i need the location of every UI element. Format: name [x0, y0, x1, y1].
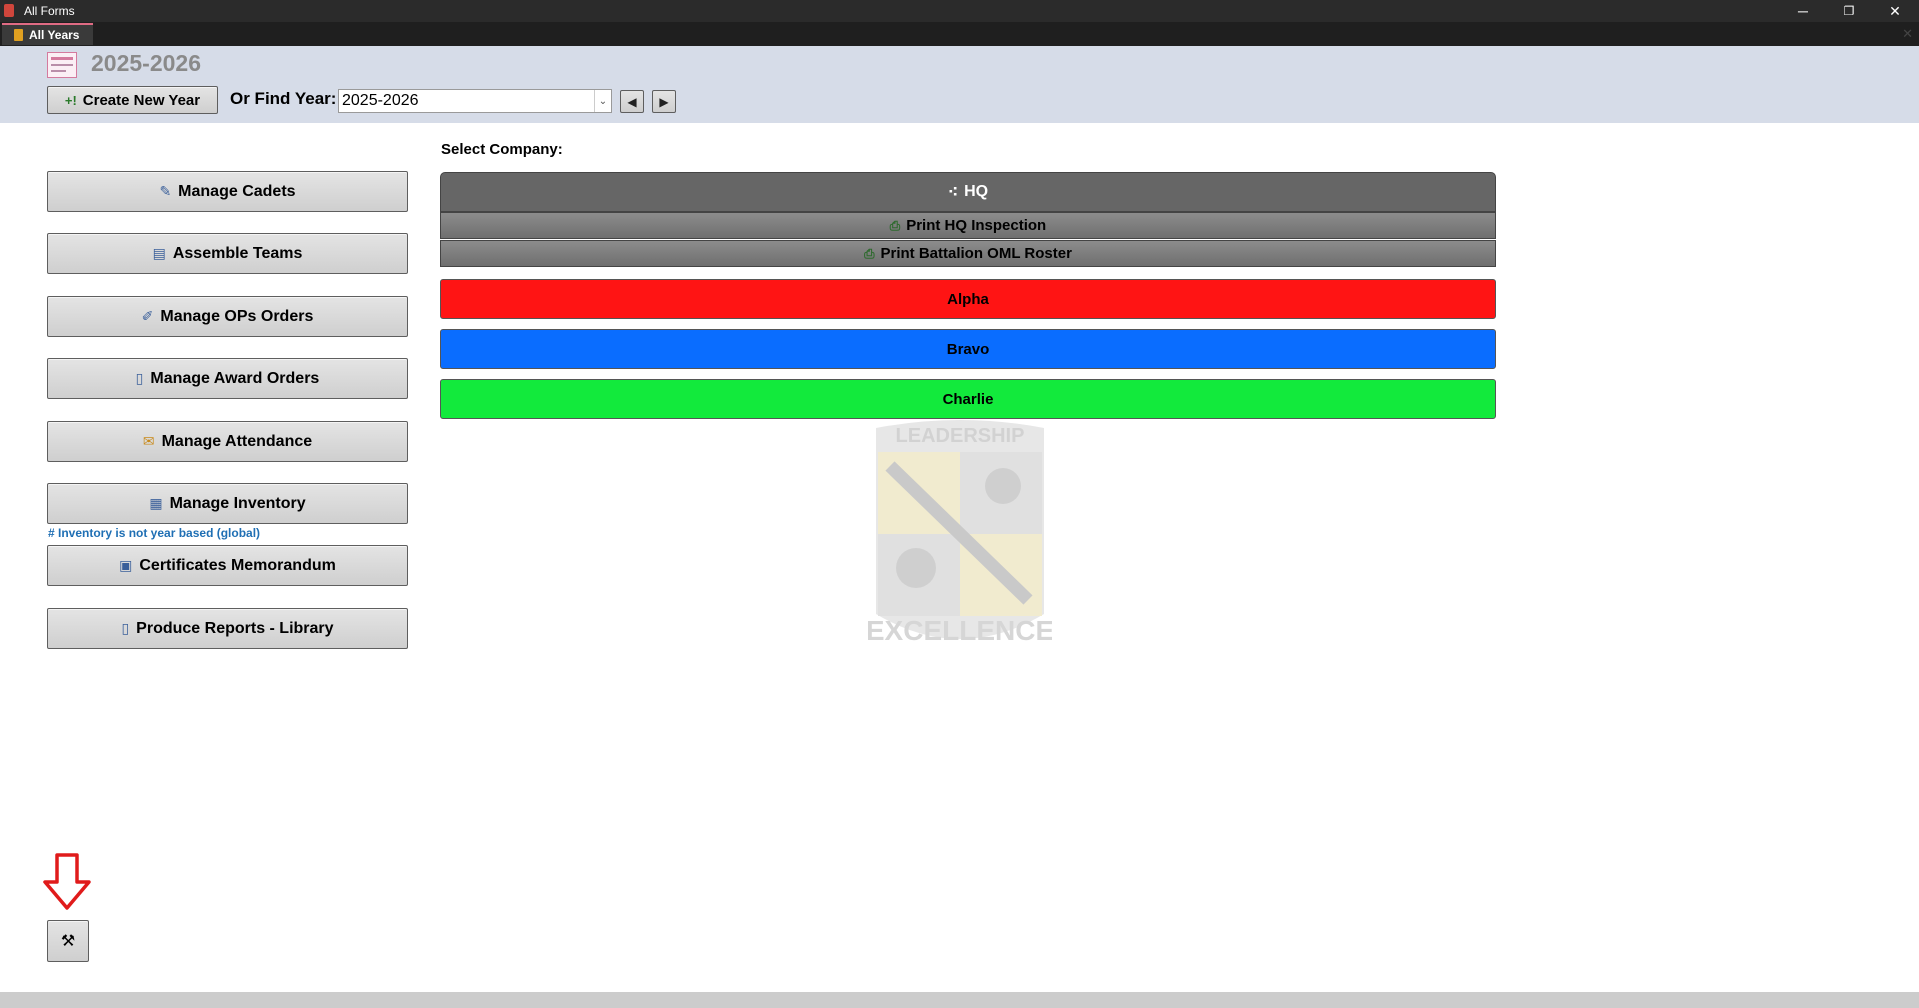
company-label: Alpha: [947, 290, 989, 308]
find-year-combobox[interactable]: 2025-2026 ⌄: [338, 89, 612, 113]
previous-year-button[interactable]: ◀: [620, 90, 644, 113]
window-title-bar: All Forms: [0, 0, 1919, 22]
company-charlie-button[interactable]: Charlie: [440, 379, 1496, 419]
print-report-icon: ⎙: [864, 245, 875, 261]
form-icon: ▣: [119, 557, 133, 573]
menu-label: Manage OPs Orders: [160, 307, 314, 325]
document-icon: ▯: [135, 370, 144, 386]
manage-inventory-button[interactable]: ▦ Manage Inventory: [47, 483, 408, 524]
emblem-bottom-text: EXCELLENCE: [868, 615, 1052, 646]
find-year-label: Or Find Year:: [230, 89, 337, 108]
menu-label: Produce Reports - Library: [136, 619, 334, 637]
app-icon: [4, 4, 14, 17]
manage-attendance-button[interactable]: ✉ Manage Attendance: [47, 421, 408, 462]
tab-all-years[interactable]: All Years: [2, 23, 93, 45]
tab-strip: ✕: [0, 22, 1919, 46]
print-hq-inspection-label: Print HQ Inspection: [906, 217, 1047, 234]
table-icon: ▤: [152, 245, 166, 261]
close-icon[interactable]: ✕: [1872, 0, 1918, 22]
menu-label: Manage Attendance: [161, 432, 313, 450]
company-alpha-button[interactable]: Alpha: [440, 279, 1496, 319]
find-year-value: 2025-2026: [342, 92, 419, 109]
emblem-top-text: LEADERSHIP: [896, 425, 1025, 447]
inventory-note: # Inventory is not year based (global): [48, 526, 261, 540]
select-company-label: Select Company:: [441, 141, 563, 158]
restore-icon[interactable]: ❐: [1826, 0, 1872, 22]
chevron-down-icon[interactable]: ⌄: [594, 90, 611, 112]
hq-label: HQ: [964, 183, 989, 200]
menu-label: Manage Cadets: [178, 182, 296, 200]
clipboard-icon: ✉: [142, 433, 155, 449]
assemble-teams-button[interactable]: ▤ Assemble Teams: [47, 233, 408, 274]
header-band: [0, 46, 1919, 123]
tools-button[interactable]: ⚒: [47, 920, 89, 962]
next-year-button[interactable]: ▶: [652, 90, 676, 113]
manage-cadets-button[interactable]: ✎ Manage Cadets: [47, 171, 408, 212]
emblem-watermark: LEADERSHIP EXCELLENCE: [868, 420, 1052, 646]
company-bravo-button[interactable]: Bravo: [440, 329, 1496, 369]
window-title: All Forms: [24, 4, 75, 18]
form-tab-icon: [14, 29, 23, 41]
pencil-icon: ✎: [159, 183, 172, 199]
print-battalion-oml-roster-button[interactable]: ⎙ Print Battalion OML Roster: [440, 240, 1496, 267]
status-bar: [0, 992, 1919, 1008]
tools-icon: ⚒: [60, 933, 76, 950]
company-label: Bravo: [946, 340, 990, 358]
print-hq-inspection-button[interactable]: ⎙ Print HQ Inspection: [440, 212, 1496, 239]
create-new-year-label: Create New Year: [82, 91, 201, 109]
manage-ops-orders-button[interactable]: ✐ Manage OPs Orders: [47, 296, 408, 337]
form-icon: [47, 52, 77, 78]
company-label: Charlie: [942, 390, 994, 408]
down-arrow-icon: [43, 853, 91, 910]
page-title: 2025-2026: [91, 50, 201, 76]
menu-label: Certificates Memorandum: [139, 556, 336, 574]
tab-close-icon[interactable]: ✕: [1902, 26, 1913, 42]
add-icon: +!: [64, 92, 77, 108]
print-report-icon: ⎙: [889, 217, 901, 233]
arrow-left-icon: ◀: [627, 94, 637, 109]
menu-label: Assemble Teams: [172, 244, 303, 262]
produce-reports-library-button[interactable]: ▯ Produce Reports - Library: [47, 608, 408, 649]
certificates-memorandum-button[interactable]: ▣ Certificates Memorandum: [47, 545, 408, 586]
menu-label: Manage Award Orders: [150, 369, 320, 387]
report-icon: ▯: [121, 620, 130, 636]
arrow-right-icon: ▶: [659, 94, 669, 109]
manage-award-orders-button[interactable]: ▯ Manage Award Orders: [47, 358, 408, 399]
hq-button[interactable]: ⁖ HQ: [440, 172, 1496, 212]
grid-icon: ▦: [149, 495, 163, 511]
minimize-icon[interactable]: ─: [1780, 0, 1826, 22]
form-edit-icon: ✐: [141, 308, 154, 324]
print-oml-roster-label: Print Battalion OML Roster: [880, 245, 1072, 262]
hierarchy-icon: ⁖: [947, 184, 959, 201]
tab-label: All Years: [29, 28, 80, 42]
create-new-year-button[interactable]: +! Create New Year: [47, 86, 218, 114]
menu-label: Manage Inventory: [169, 494, 306, 512]
